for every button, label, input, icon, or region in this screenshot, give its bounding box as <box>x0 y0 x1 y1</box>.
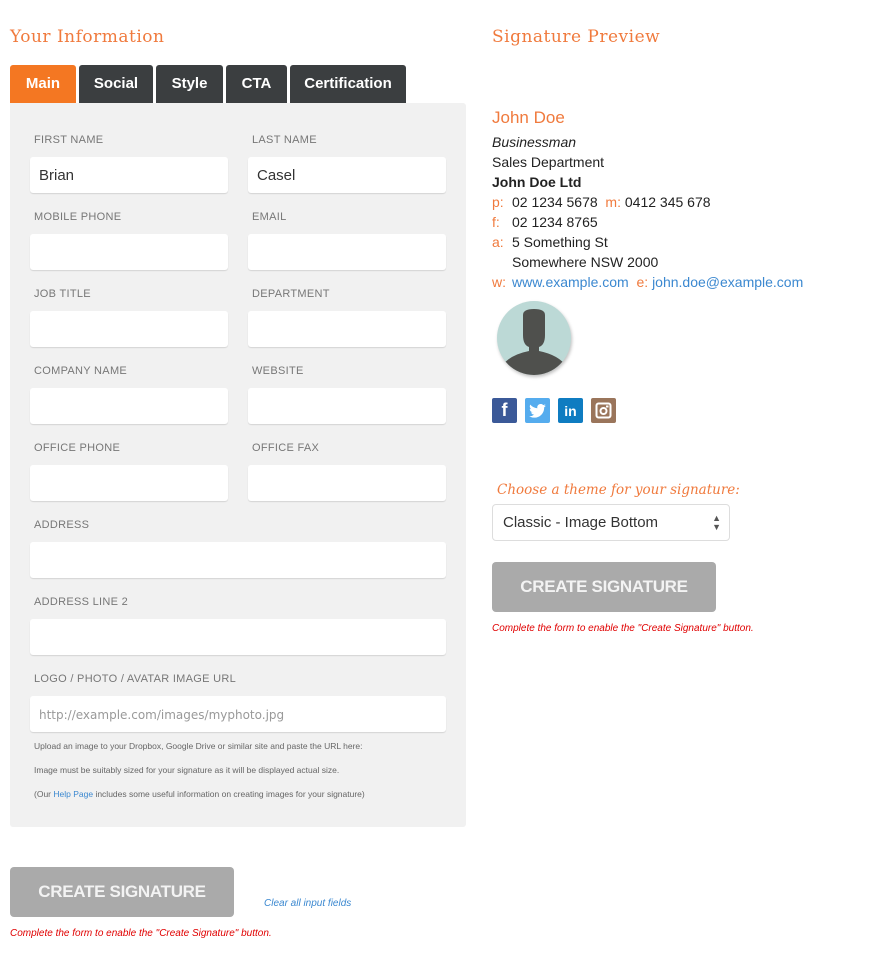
department-field: DEPARTMENT <box>248 288 446 347</box>
image-url-input[interactable] <box>30 696 446 732</box>
theme-label: Choose a theme for your signature: <box>497 482 740 498</box>
clear-all-fields-link[interactable]: Clear all input fields <box>264 898 351 909</box>
signature-name: John Doe <box>492 108 565 127</box>
office-fax-input[interactable] <box>248 465 446 501</box>
signature-web-row: w: www.example.com e: john.doe@example.co… <box>492 272 803 292</box>
department-input[interactable] <box>248 311 446 347</box>
website-field: WEBSITE <box>248 365 446 424</box>
form-incomplete-warning: Complete the form to enable the "Create … <box>10 928 272 939</box>
address-label: ADDRESS <box>34 519 90 531</box>
signature-phone-row: p: 02 1234 5678 m: 0412 345 678 <box>492 192 803 212</box>
image-url-field: LOGO / PHOTO / AVATAR IMAGE URL <box>30 673 446 732</box>
mobile-value: 0412 345 678 <box>624 194 711 210</box>
email-label: EMAIL <box>252 211 287 223</box>
theme-selected-value: Classic - Image Bottom <box>503 514 659 531</box>
your-information-heading: Your Information <box>10 27 165 47</box>
create-signature-button-preview[interactable]: CREATE SIGNATURE <box>492 562 716 612</box>
company-name-input[interactable] <box>30 388 228 424</box>
help-text-help-page: (Our Help Page includes some useful info… <box>34 789 365 799</box>
website-input[interactable] <box>248 388 446 424</box>
signature-company: John Doe Ltd <box>492 174 582 190</box>
tab-style[interactable]: Style <box>156 65 223 103</box>
last-name-field: LAST NAME <box>248 134 446 193</box>
tab-certification[interactable]: Certification <box>290 65 406 103</box>
person-silhouette-icon <box>501 309 567 375</box>
office-fax-field: OFFICE FAX <box>248 442 446 501</box>
office-phone-label: OFFICE PHONE <box>34 442 121 454</box>
website-label: WEBSITE <box>252 365 304 377</box>
linkedin-icon[interactable]: in <box>558 398 583 423</box>
help-text-upload: Upload an image to your Dropbox, Google … <box>34 741 363 751</box>
tab-cta[interactable]: CTA <box>226 65 287 103</box>
website-label: w: <box>492 274 506 290</box>
create-signature-button[interactable]: CREATE SIGNATURE <box>10 867 234 917</box>
email-input[interactable] <box>248 234 446 270</box>
help-text-suffix: includes some useful information on crea… <box>93 789 365 799</box>
mobile-phone-input[interactable] <box>30 234 228 270</box>
address-line-2-input[interactable] <box>30 619 446 655</box>
office-phone-input[interactable] <box>30 465 228 501</box>
job-title-label: JOB TITLE <box>34 288 91 300</box>
department-label: DEPARTMENT <box>252 288 330 300</box>
signature-preview: John Doe Businessman Sales Department Jo… <box>492 108 803 292</box>
signature-job-title: Businessman <box>492 134 577 150</box>
image-url-label: LOGO / PHOTO / AVATAR IMAGE URL <box>34 673 237 685</box>
tab-social[interactable]: Social <box>79 65 153 103</box>
mobile-phone-field: MOBILE PHONE <box>30 211 228 270</box>
address-line-2: Somewhere NSW 2000 <box>512 254 659 270</box>
address-line-1: 5 Something St <box>512 234 608 250</box>
address-field: ADDRESS <box>30 519 446 578</box>
address-input[interactable] <box>30 542 446 578</box>
email-field: EMAIL <box>248 211 446 270</box>
mobile-phone-label: MOBILE PHONE <box>34 211 122 223</box>
help-text-prefix: (Our <box>34 789 54 799</box>
last-name-input[interactable] <box>248 157 446 193</box>
fax-value: 02 1234 8765 <box>512 214 598 230</box>
address-label: a: <box>492 234 504 250</box>
instagram-icon[interactable] <box>591 398 616 423</box>
signature-department: Sales Department <box>492 154 605 170</box>
job-title-field: JOB TITLE <box>30 288 228 347</box>
office-fax-label: OFFICE FAX <box>252 442 320 454</box>
facebook-icon[interactable]: f <box>492 398 517 423</box>
tab-bar: Main Social Style CTA Certification <box>10 65 406 103</box>
signature-preview-heading: Signature Preview <box>492 27 661 47</box>
tab-main[interactable]: Main <box>10 65 76 103</box>
email-label: e: <box>636 274 649 290</box>
first-name-input[interactable] <box>30 157 228 193</box>
fax-label: f: <box>492 214 500 230</box>
email-link[interactable]: john.doe@example.com <box>652 274 803 290</box>
first-name-field: FIRST NAME <box>30 134 228 193</box>
select-arrows-icon: ▲ ▼ <box>712 512 721 532</box>
office-phone-field: OFFICE PHONE <box>30 442 228 501</box>
last-name-label: LAST NAME <box>252 134 317 146</box>
form-incomplete-warning-preview: Complete the form to enable the "Create … <box>492 623 754 634</box>
signature-fax-row: f: 02 1234 8765 <box>492 212 803 232</box>
company-name-field: COMPANY NAME <box>30 365 228 424</box>
main-form-panel: FIRST NAME LAST NAME MOBILE PHONE EMAIL … <box>10 103 466 827</box>
twitter-icon[interactable] <box>525 398 550 423</box>
first-name-label: FIRST NAME <box>34 134 104 146</box>
help-text-size: Image must be suitably sized for your si… <box>34 765 340 775</box>
mobile-label: m: <box>605 194 621 210</box>
help-page-link[interactable]: Help Page <box>53 789 93 799</box>
social-icons: f in <box>492 398 616 423</box>
theme-select[interactable]: Classic - Image Bottom ▲ ▼ <box>492 504 730 541</box>
avatar <box>497 301 571 375</box>
phone-value: 02 1234 5678 <box>512 194 598 210</box>
address-line-2-field: ADDRESS LINE 2 <box>30 596 446 655</box>
job-title-input[interactable] <box>30 311 228 347</box>
company-name-label: COMPANY NAME <box>34 365 128 377</box>
phone-label: p: <box>492 194 504 210</box>
website-link[interactable]: www.example.com <box>512 274 629 290</box>
signature-address-row: a: 5 Something St <box>492 232 803 252</box>
address-line-2-label: ADDRESS LINE 2 <box>34 596 129 608</box>
